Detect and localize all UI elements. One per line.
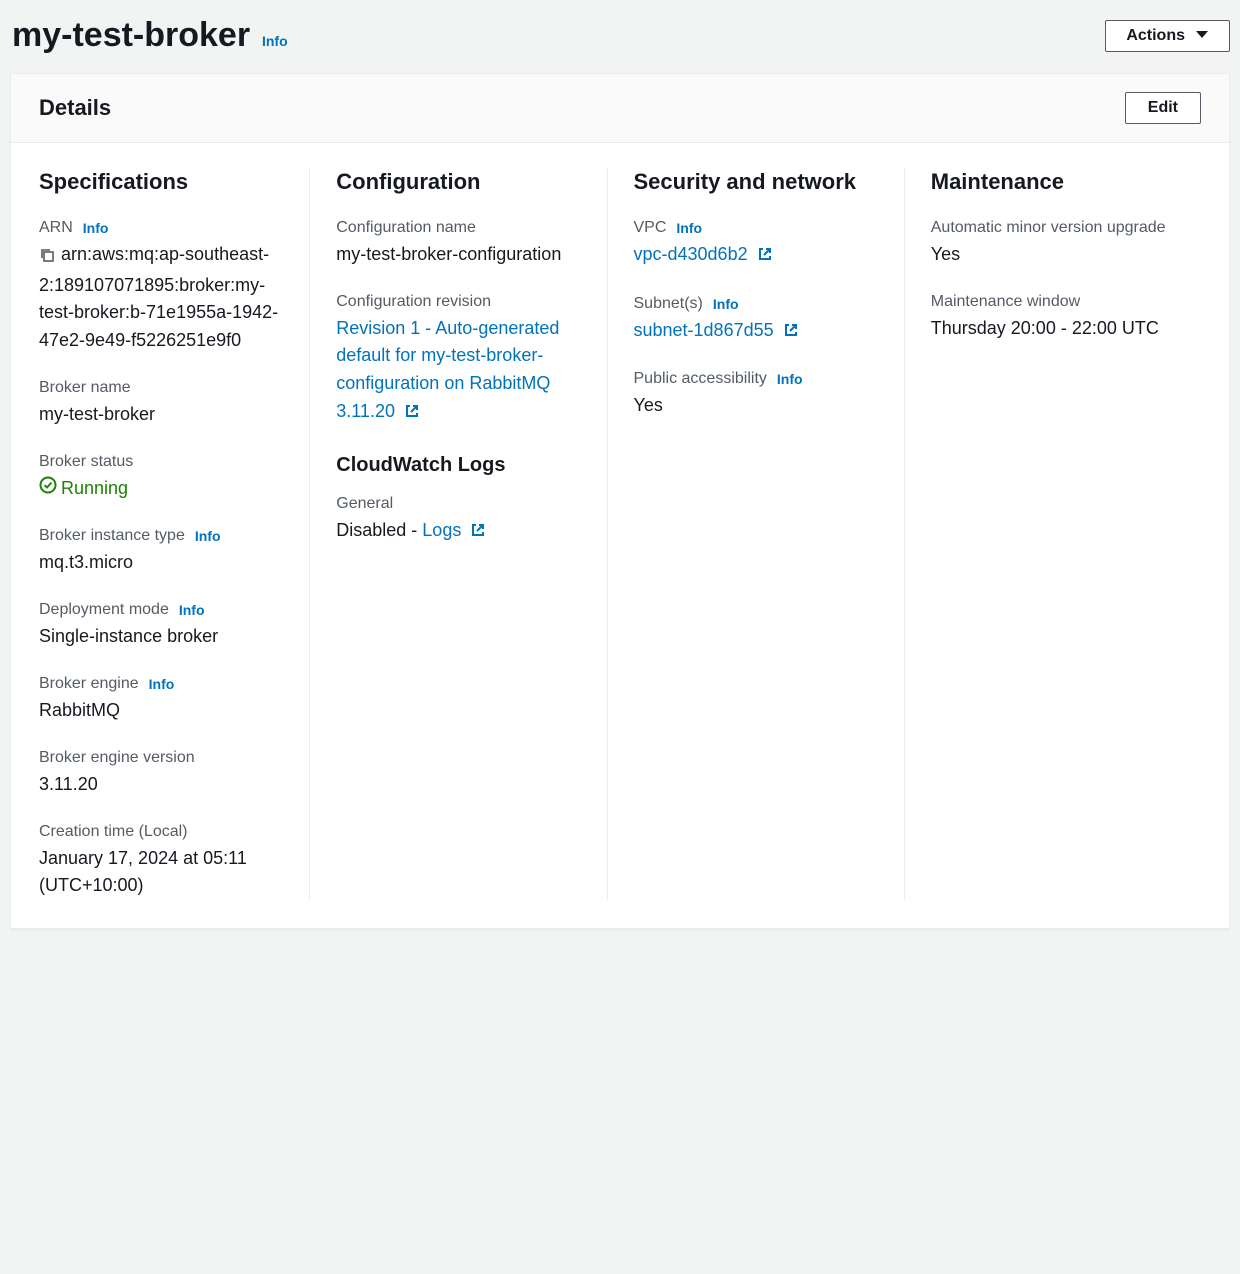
broker-name-value: my-test-broker bbox=[39, 401, 283, 429]
config-name-value: my-test-broker-configuration bbox=[336, 241, 580, 269]
general-log-label: General bbox=[336, 495, 393, 513]
deployment-mode-value: Single-instance broker bbox=[39, 623, 283, 651]
arn-value: arn:aws:mq:ap-southeast-2:189107071895:b… bbox=[39, 244, 278, 351]
logs-link-text: Logs bbox=[422, 520, 461, 540]
broker-engine-label: Broker engine bbox=[39, 675, 139, 693]
config-revision-label: Configuration revision bbox=[336, 293, 491, 311]
broker-engine-value: RabbitMQ bbox=[39, 697, 283, 725]
broker-name-label: Broker name bbox=[39, 379, 131, 397]
creation-time-label: Creation time (Local) bbox=[39, 823, 188, 841]
deployment-mode-info-link[interactable]: Info bbox=[179, 602, 205, 618]
public-access-value: Yes bbox=[634, 392, 878, 420]
external-link-icon bbox=[757, 246, 773, 266]
creation-time-value: January 17, 2024 at 05:11 (UTC+10:00) bbox=[39, 845, 283, 901]
configuration-heading: Configuration bbox=[336, 167, 580, 197]
caret-down-icon bbox=[1195, 27, 1209, 45]
auto-upgrade-value: Yes bbox=[931, 241, 1175, 269]
page-title: my-test-broker bbox=[12, 16, 250, 54]
maintenance-window-value: Thursday 20:00 - 22:00 UTC bbox=[931, 315, 1175, 343]
public-access-info-link[interactable]: Info bbox=[777, 371, 803, 387]
subnet-link[interactable]: subnet-1d867d55 bbox=[634, 320, 799, 340]
public-access-label: Public accessibility bbox=[634, 370, 767, 388]
instance-type-value: mq.t3.micro bbox=[39, 549, 283, 577]
logs-link[interactable]: Logs bbox=[422, 520, 486, 540]
external-link-icon bbox=[404, 403, 420, 423]
subnet-info-link[interactable]: Info bbox=[713, 296, 739, 312]
config-name-label: Configuration name bbox=[336, 219, 476, 237]
arn-label: ARN bbox=[39, 219, 73, 237]
broker-engine-info-link[interactable]: Info bbox=[149, 676, 175, 692]
vpc-value: vpc-d430d6b2 bbox=[634, 244, 748, 264]
external-link-icon bbox=[470, 522, 486, 542]
maintenance-window-label: Maintenance window bbox=[931, 293, 1080, 311]
deployment-mode-label: Deployment mode bbox=[39, 601, 169, 619]
vpc-info-link[interactable]: Info bbox=[676, 220, 702, 236]
vpc-label: VPC bbox=[634, 219, 667, 237]
instance-type-label: Broker instance type bbox=[39, 527, 185, 545]
copy-icon[interactable] bbox=[39, 244, 55, 272]
general-log-state: Disabled - bbox=[336, 520, 422, 540]
external-link-icon bbox=[783, 322, 799, 342]
engine-version-label: Broker engine version bbox=[39, 749, 195, 767]
broker-status-label: Broker status bbox=[39, 453, 133, 471]
vpc-link[interactable]: vpc-d430d6b2 bbox=[634, 244, 773, 264]
details-heading: Details bbox=[39, 95, 111, 121]
subnet-value: subnet-1d867d55 bbox=[634, 320, 774, 340]
config-revision-link[interactable]: Revision 1 - Auto-generated default for … bbox=[336, 318, 559, 422]
specifications-heading: Specifications bbox=[39, 167, 283, 197]
cloudwatch-logs-heading: CloudWatch Logs bbox=[336, 454, 580, 477]
arn-info-link[interactable]: Info bbox=[83, 220, 109, 236]
check-circle-icon bbox=[39, 475, 57, 503]
engine-version-value: 3.11.20 bbox=[39, 771, 283, 799]
subnet-label: Subnet(s) bbox=[634, 295, 703, 313]
details-panel: Details Edit Specifications ARN Info bbox=[10, 73, 1230, 929]
page-title-info-link[interactable]: Info bbox=[262, 33, 288, 49]
instance-type-info-link[interactable]: Info bbox=[195, 528, 221, 544]
security-heading: Security and network bbox=[634, 167, 878, 197]
auto-upgrade-label: Automatic minor version upgrade bbox=[931, 219, 1166, 237]
maintenance-heading: Maintenance bbox=[931, 167, 1175, 197]
actions-button-label: Actions bbox=[1126, 27, 1185, 45]
broker-status-value: Running bbox=[61, 475, 128, 503]
edit-button[interactable]: Edit bbox=[1125, 92, 1201, 124]
config-revision-text: Revision 1 - Auto-generated default for … bbox=[336, 318, 559, 422]
actions-button[interactable]: Actions bbox=[1105, 20, 1230, 52]
